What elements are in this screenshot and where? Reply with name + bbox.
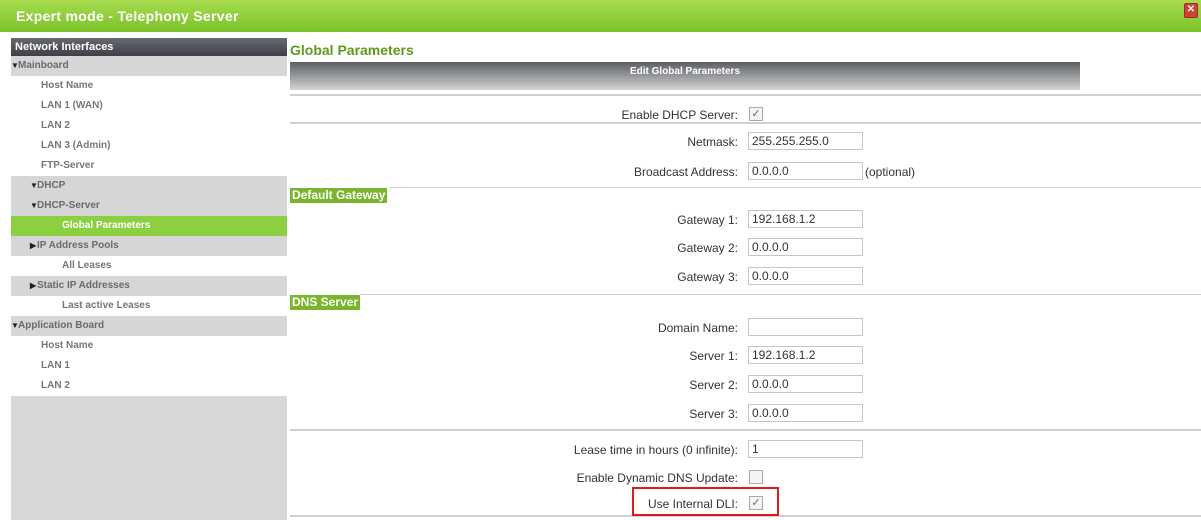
sidebar-item-label: DHCP-Server <box>37 200 100 211</box>
gateway1-input[interactable]: 192.168.1.2 <box>748 210 863 228</box>
sidebar-item-label: Global Parameters <box>62 220 151 231</box>
domain-input[interactable] <box>748 318 863 336</box>
window-title: Expert mode - Telephony Server <box>16 8 239 24</box>
page-title: Global Parameters <box>290 42 414 58</box>
expand-down-icon[interactable]: ▼ <box>11 56 19 76</box>
server2-input[interactable]: 0.0.0.0 <box>748 375 863 393</box>
sidebar-item-label: DHCP <box>37 180 66 191</box>
divider <box>290 122 1201 124</box>
sidebar-item-label: Host Name <box>41 340 94 351</box>
close-icon[interactable]: ✕ <box>1184 3 1198 18</box>
lease-input[interactable]: 1 <box>748 440 863 458</box>
divider <box>290 94 1201 96</box>
sidebar-item-all-leases[interactable]: All Leases <box>11 256 287 276</box>
gateway2-label: Gateway 2: <box>677 241 738 255</box>
sidebar-item-lan-2[interactable]: LAN 2 <box>11 376 287 396</box>
sidebar-item-label: IP Address Pools <box>37 240 119 251</box>
server3-label: Server 3: <box>689 407 738 421</box>
gateway1-label: Gateway 1: <box>677 213 738 227</box>
netmask-label: Netmask: <box>687 135 738 149</box>
sidebar-item-label: All Leases <box>62 260 112 271</box>
expand-down-icon[interactable]: ▼ <box>11 316 19 336</box>
expand-right-icon[interactable]: ▶ <box>30 236 37 256</box>
sidebar-header: Network Interfaces <box>11 38 287 56</box>
nav-list: ▼Mainboard Host Name LAN 1 (WAN) LAN 2 LAN 3… <box>11 56 287 396</box>
expand-down-icon[interactable]: ▼ <box>30 196 38 216</box>
title-bar: Expert mode - Telephony Server ✕ <box>0 0 1201 32</box>
broadcast-input[interactable]: 0.0.0.0 <box>748 162 863 180</box>
sidebar-item-static-ip-addresses[interactable]: ▶Static IP Addresses <box>11 276 287 296</box>
sidebar: Network Interfaces ▼Mainboard Host Name LA… <box>11 38 287 520</box>
sidebar-item-label: LAN 2 <box>41 120 70 131</box>
edit-header: Edit Global Parameters <box>290 62 1080 90</box>
sidebar-item-dhcp[interactable]: ▼DHCP <box>11 176 287 196</box>
sidebar-item-label: LAN 1 <box>41 360 70 371</box>
sidebar-item-last-active-leases[interactable]: Last active Leases <box>11 296 287 316</box>
server1-row: Server 1: 192.168.1.2 <box>290 346 1201 368</box>
sidebar-item-lan-3-admin[interactable]: LAN 3 (Admin) <box>11 136 287 156</box>
lease-label: Lease time in hours (0 infinite): <box>573 443 738 457</box>
gateway2-row: Gateway 2: 0.0.0.0 <box>290 238 1201 260</box>
sidebar-item-dhcp-server[interactable]: ▼DHCP-Server <box>11 196 287 216</box>
netmask-input[interactable]: 255.255.255.0 <box>748 132 863 150</box>
server3-row: Server 3: 0.0.0.0 <box>290 404 1201 426</box>
server1-input[interactable]: 192.168.1.2 <box>748 346 863 364</box>
expand-right-icon[interactable]: ▶ <box>30 276 37 296</box>
expand-down-icon[interactable]: ▼ <box>30 176 38 196</box>
gateway3-label: Gateway 3: <box>677 270 738 284</box>
sidebar-item-label: FTP-Server <box>41 160 95 171</box>
dyn-dns-label: Enable Dynamic DNS Update: <box>576 471 738 485</box>
sidebar-item-host-name[interactable]: Host Name <box>11 336 287 356</box>
gateway3-input[interactable]: 0.0.0.0 <box>748 267 863 285</box>
server3-input[interactable]: 0.0.0.0 <box>748 404 863 422</box>
sidebar-item-lan-2[interactable]: LAN 2 <box>11 116 287 136</box>
sidebar-item-label: Mainboard <box>18 60 69 71</box>
dyn-dns-checkbox[interactable] <box>749 470 763 484</box>
sidebar-item-label: Host Name <box>41 80 94 91</box>
divider <box>290 429 1201 431</box>
sidebar-item-label: Application Board <box>18 320 105 331</box>
sidebar-item-label: LAN 2 <box>41 380 70 391</box>
sidebar-item-global-parameters[interactable]: Global Parameters <box>11 216 287 236</box>
sidebar-item-application-board[interactable]: ▼Application Board <box>11 316 287 336</box>
sidebar-item-host-name[interactable]: Host Name <box>11 76 287 96</box>
enable-dhcp-row: Enable DHCP Server: ✓ <box>290 107 1201 127</box>
broadcast-label: Broadcast Address: <box>633 165 738 179</box>
sidebar-item-mainboard[interactable]: ▼Mainboard <box>11 56 287 76</box>
lease-row: Lease time in hours (0 infinite): 1 <box>290 440 1201 462</box>
sidebar-item-ftp-server[interactable]: FTP-Server <box>11 156 287 176</box>
server2-label: Server 2: <box>689 378 738 392</box>
gateway3-row: Gateway 3: 0.0.0.0 <box>290 267 1201 289</box>
gateway-section-title: Default Gateway <box>290 188 388 203</box>
section-rule <box>390 187 1201 188</box>
sidebar-item-label: LAN 3 (Admin) <box>41 140 111 151</box>
dns-section-title: DNS Server <box>290 295 361 310</box>
highlight-box <box>632 487 779 516</box>
enable-dhcp-label: Enable DHCP Server: <box>621 108 739 122</box>
netmask-row: Netmask: 255.255.255.0 <box>290 132 1201 154</box>
gateway2-input[interactable]: 0.0.0.0 <box>748 238 863 256</box>
sidebar-item-label: Last active Leases <box>62 300 151 311</box>
sidebar-item-label: LAN 1 (WAN) <box>41 100 103 111</box>
enable-dhcp-checkbox[interactable]: ✓ <box>749 107 763 121</box>
sidebar-item-ip-address-pools[interactable]: ▶IP Address Pools <box>11 236 287 256</box>
main-content: Global Parameters Edit Global Parameters… <box>290 38 1201 520</box>
domain-label: Domain Name: <box>657 321 738 335</box>
optional-note: (optional) <box>865 165 916 179</box>
sidebar-item-lan-1-wan[interactable]: LAN 1 (WAN) <box>11 96 287 116</box>
gateway1-row: Gateway 1: 192.168.1.2 <box>290 210 1201 232</box>
domain-row: Domain Name: <box>290 318 1201 340</box>
section-rule <box>360 294 1201 295</box>
sidebar-item-label: Static IP Addresses <box>37 280 130 291</box>
server2-row: Server 2: 0.0.0.0 <box>290 375 1201 397</box>
broadcast-row: Broadcast Address: 0.0.0.0 (optional) <box>290 162 1201 184</box>
server1-label: Server 1: <box>689 349 738 363</box>
sidebar-item-lan-1[interactable]: LAN 1 <box>11 356 287 376</box>
